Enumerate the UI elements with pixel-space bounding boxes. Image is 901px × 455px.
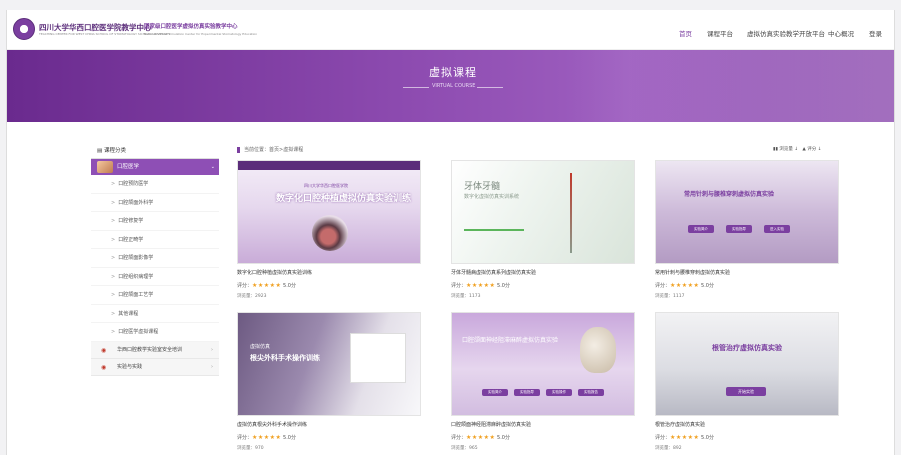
thumbnail-subtitle: 根尖外科手术操作训练 (250, 354, 320, 362)
sidebar-item[interactable]: > 口腔修复学 (91, 212, 219, 231)
course-thumbnail[interactable]: 常用针刺与腰椎穿刺虚拟仿真实验 实验简介 实验指导 进入实验 (655, 160, 839, 264)
course-thumbnail[interactable]: 虚拟仿真 根尖外科手术操作训练 (237, 312, 421, 416)
sidebar-item[interactable]: > 口腔组织病理学 (91, 267, 219, 286)
course-thumbnail[interactable]: 口腔颌面神经阻滞麻醉虚拟仿真实验 实验简介 实验指导 实验操作 实验报告 (451, 312, 635, 416)
chevron-right-icon: › (211, 363, 213, 370)
course-views: 浏览量：970 (237, 446, 264, 451)
banner-glow (567, 50, 894, 122)
rating-stars-icon: ★★★★★ (252, 282, 282, 289)
chevron-right-icon: › (211, 346, 213, 353)
thumbnail-title: 常用针刺与腰椎穿刺虚拟仿真实验 (684, 191, 775, 198)
sidebar-item[interactable]: > 口腔颌面外科学 (91, 193, 219, 212)
breadcrumb: 当前位置：首页>虚拟课程 (237, 146, 303, 153)
course-title[interactable]: 根管治疗虚拟仿真实验 (655, 421, 705, 428)
course-views: 浏览量：892 (655, 446, 682, 451)
implant-image (312, 215, 348, 251)
rating-stars-icon: ★★★★★ (670, 434, 700, 441)
category-thumbnail (97, 161, 113, 173)
sort-by-views[interactable]: 浏览量 (779, 147, 793, 152)
thumbnail-button: 实验简介 (688, 225, 714, 233)
lab-safety-icon: ◉ (101, 346, 107, 354)
thumbnail-button: 实验操作 (546, 389, 572, 396)
sort-bar: ▮▮ 浏览量 ↓ ▲ 评分 ↓ (773, 147, 822, 152)
course-score: 评分：★★★★★ 5.0分 (451, 434, 510, 441)
thumbnail-title: 口腔颌面神经阻滞麻醉虚拟仿真实验 (462, 337, 559, 344)
sidebar-item[interactable]: > 口腔预防医学 (91, 175, 219, 194)
sidebar-item[interactable]: > 其他课程 (91, 304, 219, 323)
skull-image (580, 327, 616, 373)
thumbnail-button: 实验简介 (482, 389, 508, 396)
banner-subtitle: VIRTUAL COURSE (432, 83, 476, 89)
school-logo-icon[interactable] (13, 18, 35, 40)
practice-icon: ◉ (101, 363, 107, 371)
top-header: 四川大学华西口腔医学院教学中心 TEACHING CENTER FOR WEST… (7, 10, 894, 50)
course-thumbnail[interactable]: 牙体牙髓 数字化虚拟仿真实训系统 (451, 160, 635, 264)
banner-title: 虚拟课程 (429, 66, 477, 79)
center-name: 国家级口腔医学虚拟仿真实验教学中心 (144, 24, 238, 30)
thumbnail-button: 实验指导 (514, 389, 540, 396)
course-thumbnail[interactable]: 根管治疗虚拟仿真实验 开始实验 (655, 312, 839, 416)
course-title[interactable]: 牙体牙髓病虚拟仿真系列虚拟仿真实验 (451, 269, 536, 276)
category-icon: ▤ (97, 148, 104, 154)
course-title[interactable]: 口腔颌面神经阻滞麻醉虚拟仿真实验 (451, 421, 531, 428)
nav-login[interactable]: 登录 (869, 28, 882, 38)
sidebar-category[interactable]: ◉ 实验与实践 › (91, 358, 219, 376)
course-score: 评分：★★★★★ 5.0分 (451, 282, 510, 289)
course-views: 浏览量：1117 (655, 294, 685, 299)
thumbnail-button: 开始实验 (726, 387, 766, 396)
sidebar-item[interactable]: > 口腔颌面工艺学 (91, 286, 219, 305)
sidebar-category-active[interactable]: 口腔医学 ⌄ (91, 159, 219, 175)
course-title[interactable]: 常用针刺与腰椎穿刺虚拟仿真实验 (655, 269, 730, 276)
sidebar-category[interactable]: ◉ 华西口腔教学实验室安全培训 › (91, 341, 219, 359)
page-frame: 四川大学华西口腔医学院教学中心 TEACHING CENTER FOR WEST… (6, 10, 895, 455)
course-score: 评分：★★★★★ 5.0分 (237, 282, 296, 289)
thumbnail-school: 四川大学华西口腔医学院 (304, 183, 348, 188)
breadcrumb-marker (237, 146, 240, 153)
course-thumbnail[interactable]: 数字化口腔种植虚拟仿真实验训练 四川大学华西口腔医学院 (237, 160, 421, 264)
category-sidebar: ▤ 课程分类 口腔医学 ⌄ > 口腔预防医学 > 口腔颌面外科学 > 口腔修复学 > 口… (91, 144, 219, 376)
thumbnail-topbar (238, 161, 420, 170)
sort-by-score[interactable]: 评分 (807, 147, 816, 152)
nav-course-platform[interactable]: 课程平台 (707, 28, 733, 38)
thumbnail-title: 虚拟仿真 (250, 344, 271, 350)
thumbnail-title: 牙体牙髓 (464, 182, 501, 192)
nav-open-platform[interactable]: 虚拟仿真实验教学开放平台 (747, 28, 825, 38)
banner-divider-right (477, 87, 503, 88)
course-score: 评分：★★★★★ 5.0分 (237, 434, 296, 441)
rating-stars-icon: ★★★★★ (466, 282, 496, 289)
sidebar-heading: ▤ 课程分类 (91, 144, 219, 159)
course-score: 评分：★★★★★ 5.0分 (655, 434, 714, 441)
chevron-down-icon: ⌄ (210, 164, 215, 170)
page-banner: 虚拟课程 VIRTUAL COURSE (7, 50, 894, 122)
nav-home[interactable]: 首页 (679, 28, 692, 38)
thumbnail-title: 数字化口腔种植虚拟仿真实验训练 (276, 194, 412, 204)
sidebar-item[interactable]: > 口腔颌面影像学 (91, 249, 219, 268)
course-title[interactable]: 虚拟仿真根尖外科手术操作训练 (237, 421, 307, 428)
thumbnail-title: 根管治疗虚拟仿真实验 (712, 344, 782, 352)
nav-center-overview[interactable]: 中心概况 (828, 28, 854, 38)
progress-bar (464, 229, 524, 231)
thumbnail-button: 进入实验 (764, 225, 790, 233)
sidebar-item[interactable]: > 口腔医学虚拟课程 (91, 323, 219, 342)
tooth-root-image (570, 173, 572, 253)
thumbnail-button: 实验报告 (578, 389, 604, 396)
course-title[interactable]: 数字化口腔种植虚拟仿真实验训练 (237, 269, 312, 276)
course-score: 评分：★★★★★ 5.0分 (655, 282, 714, 289)
thumbnail-button: 实验指导 (726, 225, 752, 233)
sidebar-item[interactable]: > 口腔正畸学 (91, 230, 219, 249)
thumbnail-subtitle: 数字化虚拟仿真实训系统 (464, 194, 520, 200)
rating-stars-icon: ★★★★★ (670, 282, 700, 289)
login-panel-image (350, 333, 406, 383)
banner-divider-left (403, 87, 429, 88)
course-views: 浏览量：965 (451, 446, 478, 451)
rating-stars-icon: ★★★★★ (466, 434, 496, 441)
course-views: 浏览量：2923 (237, 294, 267, 299)
center-name-en: National Virtual Simulation Center for E… (144, 32, 258, 36)
course-views: 浏览量：1173 (451, 294, 481, 299)
rating-stars-icon: ★★★★★ (252, 434, 282, 441)
